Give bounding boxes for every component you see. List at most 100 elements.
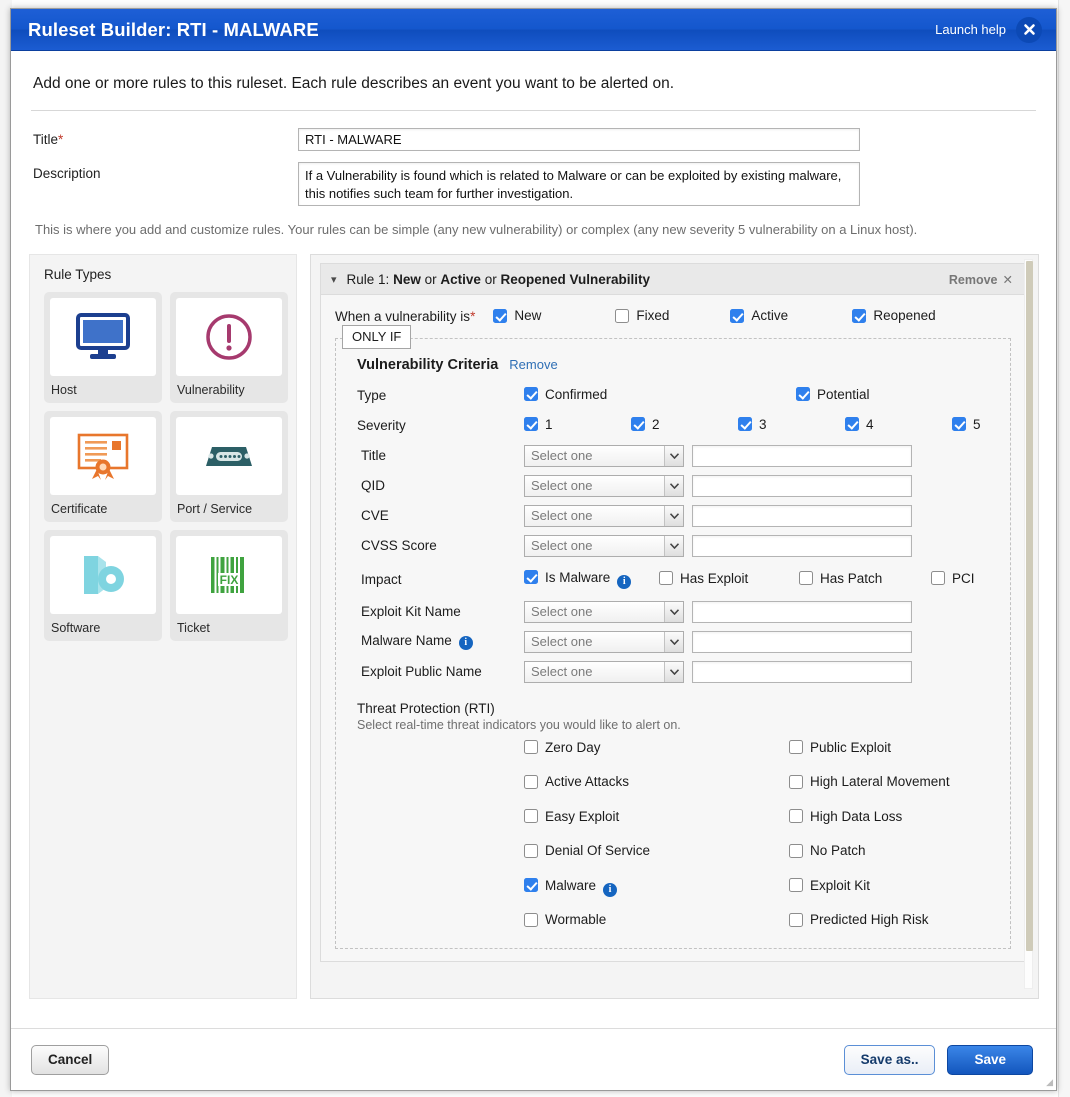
rule-card-1: ▾ Rule 1: New or Active or Reopened Vuln… — [320, 263, 1026, 962]
rule-type-vulnerability[interactable]: Vulnerability — [170, 292, 288, 403]
rule-type-label: Vulnerability — [177, 383, 282, 397]
checkbox-label: Fixed — [636, 308, 669, 323]
checkbox-no-patch[interactable]: No Patch — [789, 843, 866, 858]
criteria-row-label: Malware Namei — [357, 633, 524, 650]
checkbox-label: 2 — [652, 417, 660, 432]
checkbox-box — [493, 309, 507, 323]
checkbox-box — [524, 387, 538, 401]
checkbox-public-exploit[interactable]: Public Exploit — [789, 740, 891, 755]
criteria-severity-row: Severity 1 2 3 4 5 — [357, 411, 1010, 441]
rule-remove-button[interactable]: Remove✕ — [949, 272, 1013, 287]
checkbox-box — [730, 309, 744, 323]
checkbox-high-lateral-movement[interactable]: High Lateral Movement — [789, 774, 950, 789]
checkbox-label: High Data Loss — [810, 809, 902, 824]
rule-type-ticket[interactable]: FIX Ticket — [170, 530, 288, 641]
checkbox-severity-4[interactable]: 4 — [845, 417, 874, 432]
checkbox-fixed[interactable]: Fixed — [615, 308, 669, 323]
cve-value-input[interactable] — [692, 505, 912, 527]
rule-type-thumb — [50, 536, 156, 614]
checkbox-label: Has Patch — [820, 571, 882, 586]
checkbox-severity-5[interactable]: 5 — [952, 417, 981, 432]
checkbox-label: Malware — [545, 878, 596, 893]
rule-type-label: Certificate — [51, 502, 156, 516]
checkbox-active-attacks[interactable]: Active Attacks — [524, 774, 629, 789]
checkbox-confirmed[interactable]: Confirmed — [524, 387, 607, 402]
scrollbar-thumb[interactable] — [1026, 261, 1033, 951]
checkbox-box — [931, 571, 945, 585]
checkbox-reopened[interactable]: Reopened — [852, 308, 935, 323]
only-if-tab: ONLY IF — [342, 325, 411, 349]
checkbox-box — [524, 570, 538, 584]
title-value-input[interactable] — [692, 445, 912, 467]
close-button[interactable] — [1016, 17, 1042, 43]
checkbox-label: Predicted High Risk — [810, 912, 929, 927]
info-icon[interactable]: i — [617, 575, 631, 589]
exploit-kit-name-value-input[interactable] — [692, 601, 912, 623]
description-textarea[interactable]: If a Vulnerability is found which is rel… — [298, 162, 860, 206]
svg-text:FIX: FIX — [220, 573, 239, 587]
checkbox-is-malware[interactable]: Is Malware — [524, 570, 610, 585]
checkbox-pci[interactable]: PCI — [931, 571, 975, 586]
malware-name-value-input[interactable] — [692, 631, 912, 653]
checkbox-exploit-kit[interactable]: Exploit Kit — [789, 878, 870, 893]
checkbox-box — [659, 571, 673, 585]
checkbox-predicted-high-risk[interactable]: Predicted High Risk — [789, 912, 929, 927]
checkbox-box — [852, 309, 866, 323]
close-x-icon: ✕ — [1003, 273, 1013, 287]
criteria-row-label: Title — [357, 448, 524, 463]
checkbox-has-exploit[interactable]: Has Exploit — [659, 571, 748, 586]
checkbox-has-patch[interactable]: Has Patch — [799, 571, 882, 586]
background-right-strip — [1058, 0, 1070, 1097]
checkbox-severity-2[interactable]: 2 — [631, 417, 660, 432]
checkbox-easy-exploit[interactable]: Easy Exploit — [524, 809, 619, 824]
rule-type-certificate[interactable]: Certificate — [44, 411, 162, 522]
qid-value-input[interactable] — [692, 475, 912, 497]
info-icon[interactable]: i — [603, 883, 617, 897]
checkbox-label: Easy Exploit — [545, 809, 619, 824]
resize-grip-icon[interactable]: ◢ — [1046, 1077, 1053, 1088]
cvss-value-input[interactable] — [692, 535, 912, 557]
save-button[interactable]: Save — [947, 1045, 1033, 1075]
criteria-remove-link[interactable]: Remove — [509, 357, 557, 372]
exploit-kit-name-operator-select[interactable]: Select one — [524, 601, 684, 623]
checkbox-box — [789, 913, 803, 927]
rules-panel-scrollbar[interactable] — [1024, 259, 1033, 989]
software-disc-icon — [76, 550, 130, 600]
chevron-down-icon[interactable]: ▾ — [331, 273, 337, 286]
checkbox-severity-3[interactable]: 3 — [738, 417, 767, 432]
checkbox-potential[interactable]: Potential — [796, 387, 870, 402]
checkbox-denial-of-service[interactable]: Denial Of Service — [524, 843, 650, 858]
rule-type-host[interactable]: Host — [44, 292, 162, 403]
checkbox-active[interactable]: Active — [730, 308, 788, 323]
qid-operator-select[interactable]: Select one — [524, 475, 684, 497]
criteria-impact-row: Impact Is Malwarei Has Exploit Has Patch — [357, 565, 1010, 595]
chevron-down-icon — [664, 662, 683, 682]
checkbox-malware[interactable]: Malware — [524, 878, 596, 893]
info-icon[interactable]: i — [459, 636, 473, 650]
checkbox-wormable[interactable]: Wormable — [524, 912, 606, 927]
modal-body: Add one or more rules to this ruleset. E… — [11, 51, 1056, 1028]
cancel-button[interactable]: Cancel — [31, 1045, 109, 1075]
cvss-operator-select[interactable]: Select one — [524, 535, 684, 557]
rule-type-port-service[interactable]: Port / Service — [170, 411, 288, 522]
save-as-button[interactable]: Save as.. — [844, 1045, 936, 1075]
malware-name-operator-select[interactable]: Select one — [524, 631, 684, 653]
checkbox-severity-1[interactable]: 1 — [524, 417, 553, 432]
exploit-public-name-value-input[interactable] — [692, 661, 912, 683]
when-label: When a vulnerability is* — [335, 309, 475, 324]
criteria-malware-name-row: Malware Namei Select one — [357, 627, 1010, 657]
checkbox-zero-day[interactable]: Zero Day — [524, 740, 601, 755]
close-icon — [1023, 23, 1036, 36]
exploit-public-name-operator-select[interactable]: Select one — [524, 661, 684, 683]
checkbox-high-data-loss[interactable]: High Data Loss — [789, 809, 902, 824]
divider — [31, 110, 1036, 111]
launch-help-link[interactable]: Launch help — [935, 22, 1006, 37]
title-input[interactable] — [298, 128, 860, 151]
title-label: Title* — [33, 128, 298, 147]
rule-type-software[interactable]: Software — [44, 530, 162, 641]
criteria-row-label: Exploit Public Name — [357, 664, 524, 679]
checkbox-label: Has Exploit — [680, 571, 748, 586]
title-operator-select[interactable]: Select one — [524, 445, 684, 467]
cve-operator-select[interactable]: Select one — [524, 505, 684, 527]
checkbox-new[interactable]: New — [493, 308, 541, 323]
